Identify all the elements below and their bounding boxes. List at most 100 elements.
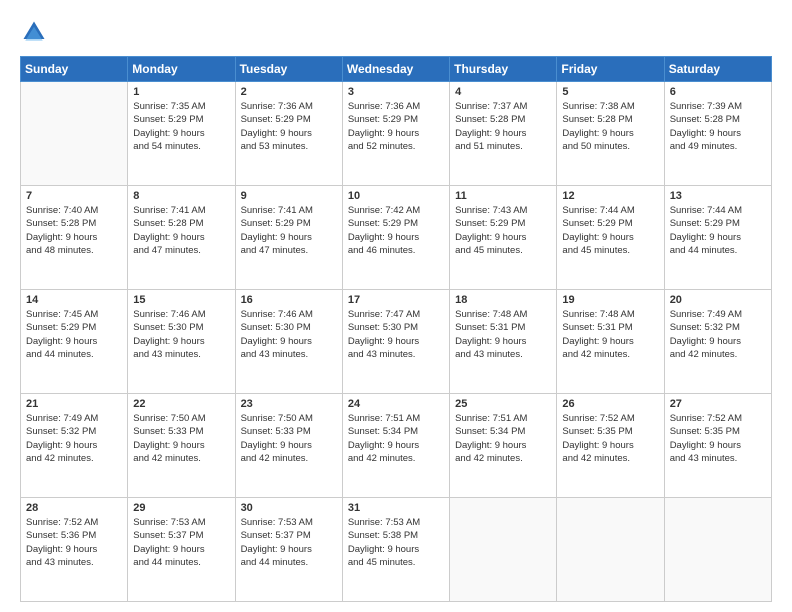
calendar-cell: 18Sunrise: 7:48 AM Sunset: 5:31 PM Dayli… — [450, 290, 557, 394]
day-number: 17 — [348, 294, 444, 306]
day-number: 26 — [562, 398, 658, 410]
day-info: Sunrise: 7:53 AM Sunset: 5:37 PM Dayligh… — [241, 516, 337, 569]
calendar-week-row: 14 Sunrise: 7:45 AM Sunset: 5:29 PM Dayli… — [21, 290, 772, 394]
calendar-cell — [21, 82, 128, 186]
weekday-header: Monday — [128, 57, 235, 82]
day-number: 8 — [133, 190, 229, 202]
day-number: 4 — [455, 86, 551, 98]
calendar-cell: 30 Sunrise: 7:53 AM Sunset: 5:37 PM Dayli… — [235, 498, 342, 602]
calendar-cell: 14 Sunrise: 7:45 AM Sunset: 5:29 PM Dayli… — [21, 290, 128, 394]
day-number: 19 — [562, 294, 658, 306]
day-number: 29 — [133, 502, 229, 514]
calendar-cell: 3 Sunrise: 7:36 AM Sunset: 5:29 PM Daylig… — [342, 82, 449, 186]
day-number: 3 — [348, 86, 444, 98]
calendar-cell: 21 Sunrise: 7:49 AM Sunset: 5:32 PM Dayli… — [21, 394, 128, 498]
day-number: 27 — [670, 398, 766, 410]
calendar-body: 1 Sunrise: 7:35 AM Sunset: 5:29 PM Daylig… — [21, 82, 772, 602]
logo-icon — [20, 18, 48, 46]
day-info: Sunrise: 7:53 AM Sunset: 5:37 PM Dayligh… — [133, 516, 229, 569]
day-number: 1 — [133, 86, 229, 98]
calendar-cell: 13Sunrise: 7:44 AM Sunset: 5:29 PM Dayli… — [664, 186, 771, 290]
calendar-cell: 10 Sunrise: 7:42 AM Sunset: 5:29 PM Dayli… — [342, 186, 449, 290]
weekday-header: Sunday — [21, 57, 128, 82]
weekday-header: Thursday — [450, 57, 557, 82]
day-info: Sunrise: 7:49 AM Sunset: 5:32 PM Dayligh… — [26, 412, 122, 465]
calendar-cell: 1 Sunrise: 7:35 AM Sunset: 5:29 PM Daylig… — [128, 82, 235, 186]
calendar-week-row: 7Sunrise: 7:40 AM Sunset: 5:28 PM Daylig… — [21, 186, 772, 290]
calendar-cell: 24 Sunrise: 7:51 AM Sunset: 5:34 PM Dayli… — [342, 394, 449, 498]
calendar-cell: 23 Sunrise: 7:50 AM Sunset: 5:33 PM Dayli… — [235, 394, 342, 498]
day-number: 7 — [26, 190, 122, 202]
day-info: Sunrise: 7:44 AM Sunset: 5:29 PM Dayligh… — [562, 204, 658, 257]
day-number: 25 — [455, 398, 551, 410]
calendar-cell — [664, 498, 771, 602]
calendar-cell: 31 Sunrise: 7:53 AM Sunset: 5:38 PM Dayli… — [342, 498, 449, 602]
day-info: Sunrise: 7:36 AM Sunset: 5:29 PM Dayligh… — [348, 100, 444, 153]
calendar-cell: 26 Sunrise: 7:52 AM Sunset: 5:35 PM Dayli… — [557, 394, 664, 498]
calendar-cell: 17Sunrise: 7:47 AM Sunset: 5:30 PM Dayli… — [342, 290, 449, 394]
calendar-cell: 8 Sunrise: 7:41 AM Sunset: 5:28 PM Daylig… — [128, 186, 235, 290]
day-info: Sunrise: 7:35 AM Sunset: 5:29 PM Dayligh… — [133, 100, 229, 153]
calendar-cell: 5Sunrise: 7:38 AM Sunset: 5:28 PM Daylig… — [557, 82, 664, 186]
calendar-week-row: 21 Sunrise: 7:49 AM Sunset: 5:32 PM Dayli… — [21, 394, 772, 498]
day-number: 23 — [241, 398, 337, 410]
day-info: Sunrise: 7:53 AM Sunset: 5:38 PM Dayligh… — [348, 516, 444, 569]
calendar-cell: 29 Sunrise: 7:53 AM Sunset: 5:37 PM Dayli… — [128, 498, 235, 602]
day-info: Sunrise: 7:52 AM Sunset: 5:36 PM Dayligh… — [26, 516, 122, 569]
calendar-cell: 20 Sunrise: 7:49 AM Sunset: 5:32 PM Dayli… — [664, 290, 771, 394]
day-info: Sunrise: 7:50 AM Sunset: 5:33 PM Dayligh… — [241, 412, 337, 465]
day-info: Sunrise: 7:38 AM Sunset: 5:28 PM Dayligh… — [562, 100, 658, 153]
logo — [20, 18, 52, 46]
calendar-cell: 27Sunrise: 7:52 AM Sunset: 5:35 PM Dayli… — [664, 394, 771, 498]
calendar-cell: 4 Sunrise: 7:37 AM Sunset: 5:28 PM Daylig… — [450, 82, 557, 186]
weekday-header: Friday — [557, 57, 664, 82]
day-number: 16 — [241, 294, 337, 306]
day-number: 21 — [26, 398, 122, 410]
calendar-cell — [450, 498, 557, 602]
calendar-header: SundayMondayTuesdayWednesdayThursdayFrid… — [21, 57, 772, 82]
day-info: Sunrise: 7:39 AM Sunset: 5:28 PM Dayligh… — [670, 100, 766, 153]
calendar-cell: 9Sunrise: 7:41 AM Sunset: 5:29 PM Daylig… — [235, 186, 342, 290]
day-number: 10 — [348, 190, 444, 202]
day-number: 14 — [26, 294, 122, 306]
weekday-header: Tuesday — [235, 57, 342, 82]
calendar-cell — [557, 498, 664, 602]
calendar-cell: 28 Sunrise: 7:52 AM Sunset: 5:36 PM Dayli… — [21, 498, 128, 602]
day-number: 30 — [241, 502, 337, 514]
day-info: Sunrise: 7:49 AM Sunset: 5:32 PM Dayligh… — [670, 308, 766, 361]
day-info: Sunrise: 7:51 AM Sunset: 5:34 PM Dayligh… — [348, 412, 444, 465]
weekday-header: Wednesday — [342, 57, 449, 82]
day-info: Sunrise: 7:48 AM Sunset: 5:31 PM Dayligh… — [455, 308, 551, 361]
weekday-row: SundayMondayTuesdayWednesdayThursdayFrid… — [21, 57, 772, 82]
calendar-table: SundayMondayTuesdayWednesdayThursdayFrid… — [20, 56, 772, 602]
page: SundayMondayTuesdayWednesdayThursdayFrid… — [0, 0, 792, 612]
day-number: 24 — [348, 398, 444, 410]
day-info: Sunrise: 7:46 AM Sunset: 5:30 PM Dayligh… — [241, 308, 337, 361]
day-number: 6 — [670, 86, 766, 98]
calendar-cell: 11 Sunrise: 7:43 AM Sunset: 5:29 PM Dayli… — [450, 186, 557, 290]
calendar-cell: 15Sunrise: 7:46 AM Sunset: 5:30 PM Dayli… — [128, 290, 235, 394]
day-info: Sunrise: 7:52 AM Sunset: 5:35 PM Dayligh… — [562, 412, 658, 465]
day-info: Sunrise: 7:37 AM Sunset: 5:28 PM Dayligh… — [455, 100, 551, 153]
calendar-cell: 6 Sunrise: 7:39 AM Sunset: 5:28 PM Daylig… — [664, 82, 771, 186]
day-number: 13 — [670, 190, 766, 202]
day-info: Sunrise: 7:41 AM Sunset: 5:29 PM Dayligh… — [241, 204, 337, 257]
calendar-cell: 22Sunrise: 7:50 AM Sunset: 5:33 PM Dayli… — [128, 394, 235, 498]
day-number: 22 — [133, 398, 229, 410]
day-number: 31 — [348, 502, 444, 514]
day-number: 11 — [455, 190, 551, 202]
day-info: Sunrise: 7:51 AM Sunset: 5:34 PM Dayligh… — [455, 412, 551, 465]
day-info: Sunrise: 7:43 AM Sunset: 5:29 PM Dayligh… — [455, 204, 551, 257]
day-number: 20 — [670, 294, 766, 306]
calendar-cell: 19Sunrise: 7:48 AM Sunset: 5:31 PM Dayli… — [557, 290, 664, 394]
day-info: Sunrise: 7:46 AM Sunset: 5:30 PM Dayligh… — [133, 308, 229, 361]
calendar-cell: 12Sunrise: 7:44 AM Sunset: 5:29 PM Dayli… — [557, 186, 664, 290]
day-info: Sunrise: 7:41 AM Sunset: 5:28 PM Dayligh… — [133, 204, 229, 257]
day-info: Sunrise: 7:45 AM Sunset: 5:29 PM Dayligh… — [26, 308, 122, 361]
calendar-cell: 7Sunrise: 7:40 AM Sunset: 5:28 PM Daylig… — [21, 186, 128, 290]
day-info: Sunrise: 7:42 AM Sunset: 5:29 PM Dayligh… — [348, 204, 444, 257]
day-number: 2 — [241, 86, 337, 98]
day-number: 28 — [26, 502, 122, 514]
day-info: Sunrise: 7:36 AM Sunset: 5:29 PM Dayligh… — [241, 100, 337, 153]
calendar-cell: 2 Sunrise: 7:36 AM Sunset: 5:29 PM Daylig… — [235, 82, 342, 186]
